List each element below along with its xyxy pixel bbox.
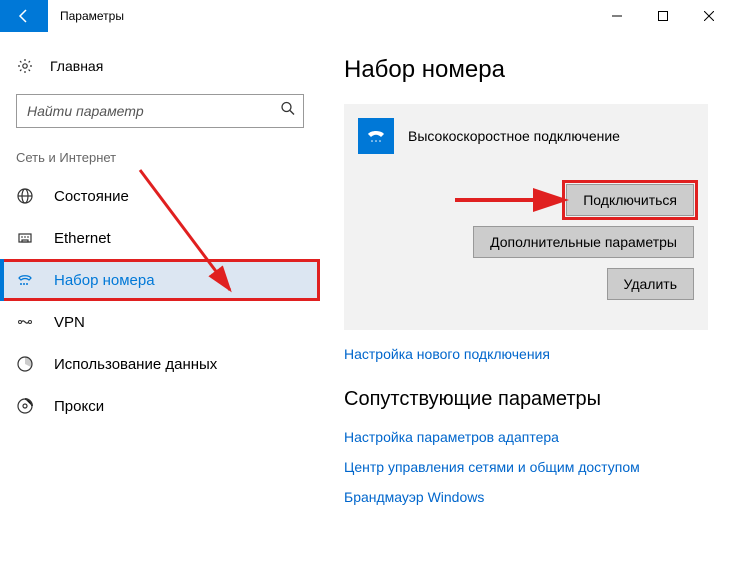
search-box (16, 94, 304, 128)
sidebar-item-label: VPN (54, 314, 85, 331)
window-title: Параметры (60, 9, 594, 23)
connection-icon (358, 118, 394, 154)
sidebar-item-status[interactable]: Состояние (0, 175, 320, 217)
window-controls (594, 0, 732, 32)
sidebar-item-datausage[interactable]: Использование данных (0, 343, 320, 385)
related-section-title: Сопутствующие параметры (344, 388, 708, 411)
home-link[interactable]: Главная (0, 50, 320, 82)
maximize-button[interactable] (640, 0, 686, 32)
minimize-button[interactable] (594, 0, 640, 32)
search-icon (280, 101, 296, 122)
sidebar-item-dialup[interactable]: Набор номера (0, 259, 320, 301)
main-panel: Набор номера Высокоскоростное подключени… (320, 32, 732, 574)
group-header: Сеть и Интернет (0, 144, 320, 175)
ethernet-icon (16, 229, 34, 247)
sidebar: Главная Сеть и Интернет Состояние Ethern… (0, 32, 320, 574)
proxy-icon (16, 397, 34, 415)
new-connection-link[interactable]: Настройка нового подключения (344, 346, 708, 362)
advanced-button[interactable]: Дополнительные параметры (473, 226, 694, 258)
titlebar: Параметры (0, 0, 732, 32)
sidebar-item-label: Состояние (54, 188, 129, 205)
sidebar-item-ethernet[interactable]: Ethernet (0, 217, 320, 259)
adapter-settings-link[interactable]: Настройка параметров адаптера (344, 429, 708, 445)
sidebar-item-label: Использование данных (54, 356, 217, 373)
vpn-icon (16, 313, 34, 331)
page-title: Набор номера (344, 56, 708, 84)
data-usage-icon (16, 355, 34, 373)
home-label: Главная (50, 58, 103, 74)
gear-icon (16, 58, 34, 74)
connection-panel: Высокоскоростное подключение Подключитьс… (344, 104, 708, 330)
network-sharing-link[interactable]: Центр управления сетями и общим доступом (344, 459, 708, 475)
dialup-icon (16, 271, 34, 289)
sidebar-item-proxy[interactable]: Прокси (0, 385, 320, 427)
sidebar-item-label: Прокси (54, 398, 104, 415)
sidebar-item-label: Ethernet (54, 230, 111, 247)
globe-icon (16, 187, 34, 205)
sidebar-item-vpn[interactable]: VPN (0, 301, 320, 343)
close-button[interactable] (686, 0, 732, 32)
firewall-link[interactable]: Брандмауэр Windows (344, 489, 708, 505)
connect-button[interactable]: Подключиться (566, 184, 694, 216)
connection-header[interactable]: Высокоскоростное подключение (358, 118, 694, 154)
delete-button[interactable]: Удалить (607, 268, 694, 300)
search-input[interactable] (16, 94, 304, 128)
back-button[interactable] (0, 0, 48, 32)
sidebar-item-label: Набор номера (54, 272, 155, 289)
connection-name: Высокоскоростное подключение (408, 128, 620, 144)
